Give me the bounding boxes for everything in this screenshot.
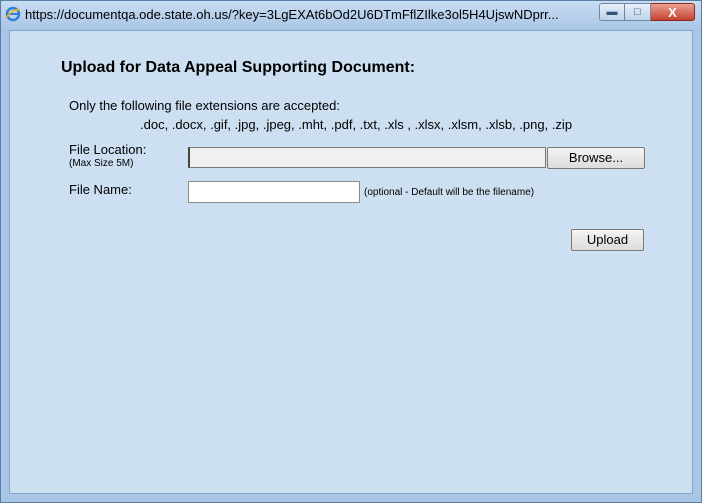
window-controls: ▬ □ X bbox=[599, 3, 695, 21]
upload-button[interactable]: Upload bbox=[571, 229, 644, 251]
dialog-window: https://documentqa.ode.state.oh.us/?key=… bbox=[0, 0, 702, 503]
file-name-input[interactable] bbox=[188, 181, 360, 203]
file-location-label: File Location: bbox=[69, 142, 147, 157]
page-title: Upload for Data Appeal Supporting Docume… bbox=[61, 59, 416, 76]
extensions-intro: Only the following file extensions are a… bbox=[69, 98, 340, 113]
browse-button[interactable]: Browse... bbox=[547, 147, 645, 169]
maximize-button[interactable]: □ bbox=[625, 3, 651, 21]
close-icon: X bbox=[668, 4, 677, 20]
close-button[interactable]: X bbox=[651, 3, 695, 21]
file-location-input[interactable] bbox=[188, 147, 546, 168]
internet-explorer-icon bbox=[5, 6, 21, 22]
extensions-list: .doc, .docx, .gif, .jpg, .jpeg, .mht, .p… bbox=[140, 117, 573, 132]
file-name-hint: (optional - Default will be the filename… bbox=[364, 187, 535, 198]
title-bar[interactable]: https://documentqa.ode.state.oh.us/?key=… bbox=[1, 1, 701, 30]
minimize-button[interactable]: ▬ bbox=[599, 3, 625, 21]
file-name-label: File Name: bbox=[69, 182, 132, 197]
file-location-sublabel: (Max Size 5M) bbox=[69, 158, 134, 169]
window-url: https://documentqa.ode.state.oh.us/?key=… bbox=[25, 7, 559, 22]
dialog-content: Upload for Data Appeal Supporting Docume… bbox=[9, 30, 693, 494]
maximize-icon: □ bbox=[634, 6, 641, 18]
minimize-icon: ▬ bbox=[606, 6, 618, 18]
